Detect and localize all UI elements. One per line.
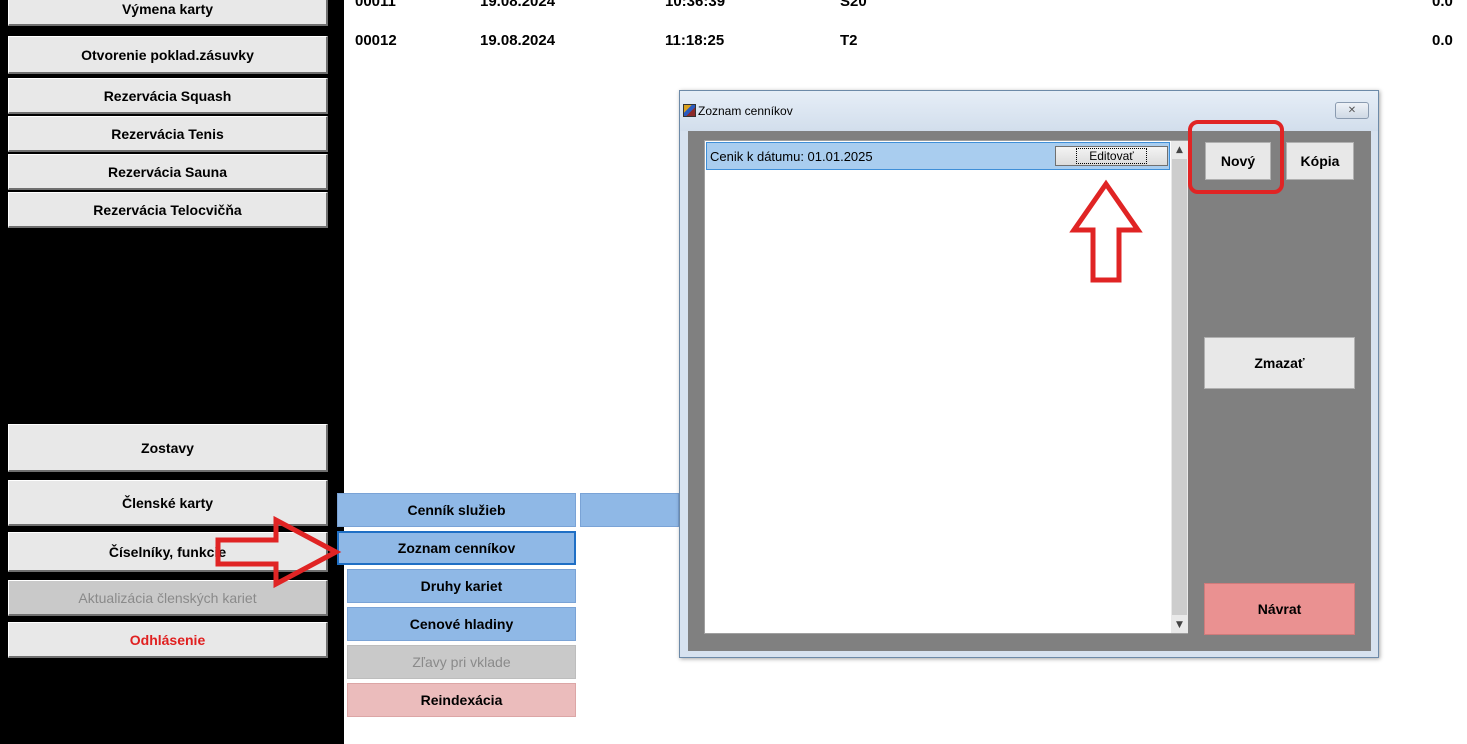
row-date: 19.08.2024 (480, 32, 556, 49)
annotation-highlight-box (1188, 120, 1284, 194)
menu-cash-drawer-button[interactable]: Otvorenie poklad.zásuvky (8, 36, 328, 74)
row-partial-date: 19.08.2024 (480, 0, 556, 10)
scrollbar[interactable]: ▲ ▼ (1171, 141, 1188, 633)
row-partial-time: 10:36:39 (665, 0, 726, 10)
menu-reservation-gym-button[interactable]: Rezervácia Telocvičňa (8, 192, 328, 228)
row-partial-amount: 0.0 (1432, 0, 1453, 10)
row-amount: 0.0 (1432, 32, 1453, 49)
submenu-price-list-button[interactable]: Cenník služieb (337, 493, 576, 527)
scroll-thumb[interactable] (1172, 159, 1187, 615)
edit-button-label: Editovať (1076, 148, 1147, 164)
app-icon (683, 104, 696, 117)
list-item[interactable]: Cenik k dátumu: 01.01.2025 Editovať (706, 142, 1170, 170)
row-partial-code: S20 (840, 0, 867, 10)
close-button[interactable]: ✕ (1335, 102, 1369, 119)
list-item-label: Cenik k dátumu: 01.01.2025 (710, 149, 873, 164)
submenu-reindex-button[interactable]: Reindexácia (347, 683, 576, 717)
submenu-extension (580, 493, 679, 527)
annotation-arrow-right-icon (215, 515, 342, 589)
submenu-card-types-button[interactable]: Druhy kariet (347, 569, 576, 603)
menu-reservation-sauna-button[interactable]: Rezervácia Sauna (8, 154, 328, 190)
copy-button[interactable]: Kópia (1286, 142, 1354, 180)
scroll-up-icon[interactable]: ▲ (1171, 141, 1188, 158)
menu-reports-button[interactable]: Zostavy (8, 424, 328, 472)
return-button[interactable]: Návrat (1204, 583, 1355, 635)
menu-reservation-squash-button[interactable]: Rezervácia Squash (8, 78, 328, 114)
row-code: T2 (840, 32, 858, 49)
menu-card-exchange-button[interactable]: Výmena karty (8, 0, 328, 26)
delete-button[interactable]: Zmazať (1204, 337, 1355, 389)
edit-button[interactable]: Editovať (1055, 146, 1168, 166)
annotation-arrow-up-icon (1069, 179, 1143, 283)
row-partial-id: 00011 (355, 0, 396, 10)
menu-reservation-tennis-button[interactable]: Rezervácia Tenis (8, 116, 328, 152)
dialog-title: Zoznam cenníkov (698, 104, 793, 118)
submenu-deposit-discounts-button[interactable]: Zľavy pri vklade (347, 645, 576, 679)
row-id: 00012 (355, 32, 397, 49)
submenu-price-levels-button[interactable]: Cenové hladiny (347, 607, 576, 641)
menu-logout-button[interactable]: Odhlásenie (8, 622, 328, 658)
submenu-price-lists-button[interactable]: Zoznam cenníkov (337, 531, 576, 565)
scroll-down-icon[interactable]: ▼ (1171, 616, 1188, 633)
close-icon: ✕ (1347, 105, 1357, 116)
dialog-body: Cenik k dátumu: 01.01.2025 Editovať ▲ ▼ … (688, 131, 1371, 651)
row-time: 11:18:25 (665, 32, 725, 49)
